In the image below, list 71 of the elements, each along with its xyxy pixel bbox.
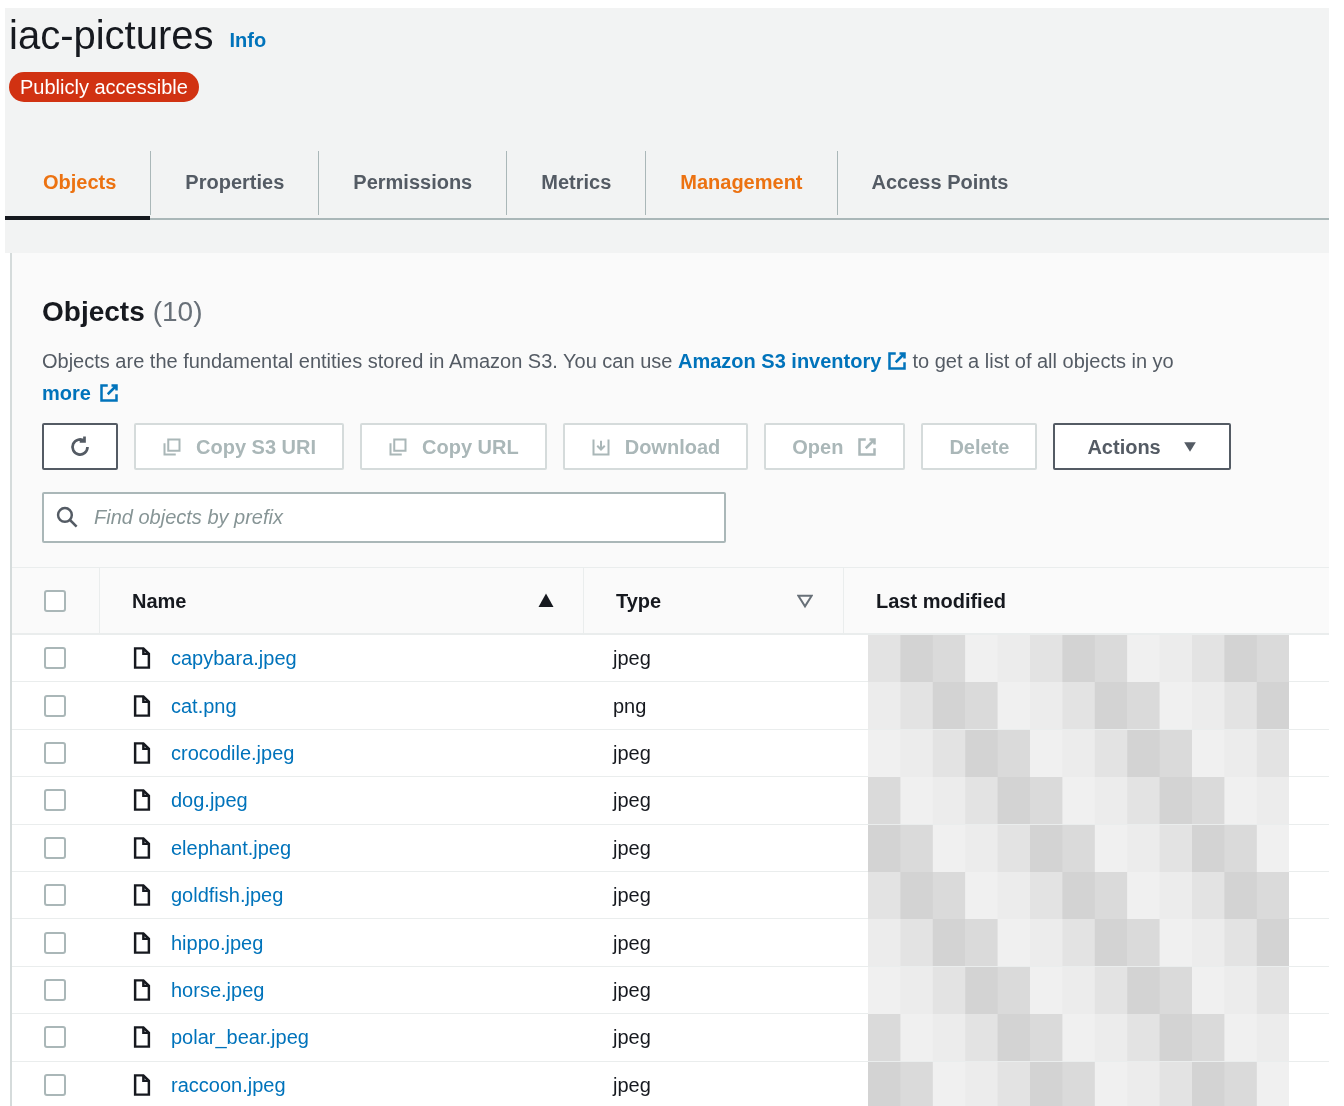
object-link[interactable]: crocodile.jpeg — [171, 737, 295, 768]
tab[interactable]: Management — [646, 148, 837, 220]
object-link[interactable]: goldfish.jpeg — [171, 880, 284, 911]
external-link-icon — [857, 436, 878, 457]
type-text: jpeg — [613, 836, 651, 859]
checkbox[interactable] — [44, 1073, 66, 1096]
object-count: (10) — [152, 295, 203, 329]
file-icon — [131, 741, 153, 764]
inventory-link[interactable]: Amazon S3 inventory — [677, 350, 907, 372]
copy-icon — [388, 436, 409, 457]
object-link[interactable]: horse.jpeg — [171, 974, 265, 1005]
checkbox[interactable] — [44, 884, 66, 907]
tab[interactable]: Objects — [5, 148, 151, 220]
checkbox[interactable] — [44, 741, 66, 764]
description-text: Objects are the fundamental entities stored in Amazon S3. You can use Amazon S3 inventory to get a list of all objects in yo — [42, 349, 1175, 374]
checkbox[interactable] — [44, 789, 66, 812]
file-icon — [131, 789, 153, 812]
checkbox[interactable] — [44, 836, 66, 859]
object-link[interactable]: cat.png — [171, 690, 237, 721]
tab[interactable]: Properties — [151, 148, 319, 220]
tab[interactable]: Permissions — [319, 148, 507, 220]
object-link[interactable]: elephant.jpeg — [171, 832, 292, 863]
tab[interactable]: Access Points — [837, 148, 1043, 220]
file-icon — [131, 1026, 153, 1049]
type-text: jpeg — [613, 931, 651, 954]
type-text: jpeg — [613, 741, 651, 764]
type-text: jpeg — [613, 789, 651, 812]
external-link-icon — [98, 383, 119, 403]
object-link[interactable]: capybara.jpeg — [171, 643, 297, 674]
checkbox[interactable] — [44, 589, 66, 612]
checkbox[interactable] — [44, 1026, 66, 1049]
section-title: Objects — [42, 295, 145, 329]
type-text: jpeg — [613, 1073, 651, 1096]
tab[interactable]: Metrics — [507, 148, 646, 220]
column-header[interactable]: Type — [616, 585, 797, 616]
search-icon — [56, 506, 78, 528]
bucket-title: iac-pictures — [9, 12, 214, 58]
type-text: jpeg — [613, 647, 651, 670]
search-field[interactable]: Find objects by prefix — [42, 492, 726, 543]
file-icon — [131, 647, 153, 670]
object-link[interactable]: raccoon.jpeg — [171, 1069, 286, 1100]
copy-icon — [162, 436, 182, 457]
file-icon — [131, 836, 153, 859]
caret-icon — [1182, 439, 1197, 454]
checkbox[interactable] — [44, 647, 66, 670]
checkbox[interactable] — [44, 694, 66, 717]
column-header[interactable]: Last modified — [876, 585, 1329, 616]
type-text: jpeg — [613, 884, 651, 907]
learn-more-link[interactable]: more — [42, 377, 119, 409]
refresh-button[interactable] — [42, 423, 118, 470]
file-icon — [131, 694, 153, 717]
status-badge: Publicly accessible — [9, 72, 199, 102]
sort-ascending-icon[interactable] — [537, 591, 555, 610]
external-link-icon — [886, 351, 907, 371]
object-link[interactable]: polar_bear.jpeg — [171, 1022, 309, 1053]
info-link[interactable]: Info — [229, 25, 267, 58]
toolbar-button[interactable]: Actions — [1053, 423, 1231, 470]
refresh-icon — [68, 434, 92, 459]
file-icon — [131, 1073, 153, 1096]
object-link[interactable]: hippo.jpeg — [171, 927, 264, 958]
type-text: png — [613, 694, 647, 717]
sort-icon[interactable] — [797, 592, 813, 609]
column-header[interactable]: Name — [132, 585, 537, 616]
file-icon — [131, 931, 153, 954]
object-link[interactable]: dog.jpeg — [171, 785, 248, 816]
file-icon — [131, 884, 153, 907]
checkbox[interactable] — [44, 931, 66, 954]
file-icon — [131, 978, 153, 1001]
type-text: jpeg — [613, 978, 651, 1001]
checkbox[interactable] — [44, 978, 66, 1001]
type-text: jpeg — [613, 1026, 651, 1049]
